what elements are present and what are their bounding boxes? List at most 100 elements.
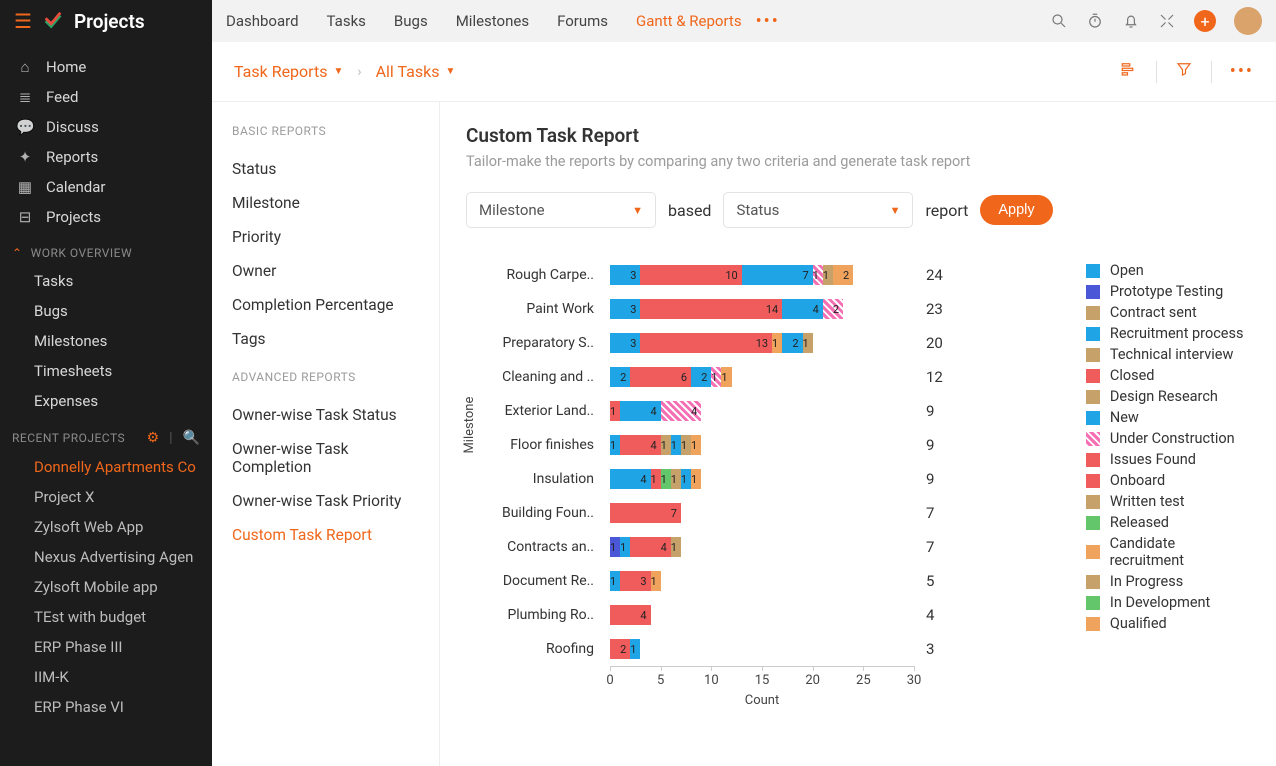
criteria-1-select[interactable]: Milestone ▼ [466, 192, 656, 228]
recent-project-item[interactable]: Project X [0, 482, 212, 512]
settings-sliders-icon[interactable]: ⚙ [147, 430, 160, 446]
top-tab-forums[interactable]: Forums [557, 12, 608, 30]
bar-segment[interactable]: 4 [610, 605, 651, 625]
bar-segment[interactable]: 14 [640, 299, 782, 319]
bar[interactable]: 31442 [610, 299, 914, 319]
sidebar-item-milestones[interactable]: Milestones [0, 326, 212, 356]
filter-icon[interactable] [1175, 60, 1193, 83]
report-type-owner-wise-task-completion[interactable]: Owner-wise Task Completion [232, 432, 419, 484]
legend-item[interactable]: Closed [1086, 365, 1250, 386]
bar-segment[interactable]: 7 [610, 503, 681, 523]
bar[interactable]: 21 [610, 639, 914, 659]
bar[interactable]: 7 [610, 503, 914, 523]
bar-segment[interactable]: 1 [671, 469, 681, 489]
bar[interactable]: 313121 [610, 333, 914, 353]
legend-item[interactable]: Prototype Testing [1086, 281, 1250, 302]
report-type-custom-task-report[interactable]: Custom Task Report [232, 518, 419, 552]
bar-segment[interactable]: 1 [610, 401, 620, 421]
bar-segment[interactable]: 1 [610, 435, 620, 455]
bar-segment[interactable]: 2 [833, 265, 853, 285]
recent-project-item[interactable]: IIM-K [0, 662, 212, 692]
sidebar-item-projects[interactable]: ⊟Projects [0, 202, 212, 232]
legend-item[interactable]: Technical interview [1086, 344, 1250, 365]
report-type-status[interactable]: Status [232, 152, 419, 186]
bar-segment[interactable]: 4 [782, 299, 823, 319]
bar-segment[interactable]: 1 [691, 435, 701, 455]
bar-segment[interactable]: 1 [630, 639, 640, 659]
legend-item[interactable]: Qualified [1086, 613, 1250, 634]
bar-segment[interactable]: 1 [661, 435, 671, 455]
bar[interactable]: 1141 [610, 537, 914, 557]
breadcrumb-all-tasks[interactable]: All Tasks ▼ [376, 62, 456, 81]
bar-segment[interactable]: 10 [640, 265, 741, 285]
bar[interactable]: 4 [610, 605, 914, 625]
bar-segment[interactable]: 4 [610, 469, 651, 489]
legend-item[interactable]: Released [1086, 512, 1250, 533]
sidebar-item-discuss[interactable]: 💬Discuss [0, 112, 212, 142]
bar-segment[interactable]: 1 [610, 537, 620, 557]
legend-item[interactable]: Design Research [1086, 386, 1250, 407]
bar[interactable]: 3107112 [610, 265, 914, 285]
recent-project-item[interactable]: ERP Phase VI [0, 692, 212, 722]
bar[interactable]: 131 [610, 571, 914, 591]
top-tab-milestones[interactable]: Milestones [456, 12, 529, 30]
bar-segment[interactable]: 1 [671, 435, 681, 455]
bar[interactable]: 141111 [610, 435, 914, 455]
sidebar-item-reports[interactable]: ✦Reports [0, 142, 212, 172]
bar-segment[interactable]: 6 [630, 367, 691, 387]
bar-segment[interactable]: 1 [823, 265, 833, 285]
bar-segment[interactable]: 1 [721, 367, 731, 387]
hamburger-icon[interactable]: ☰ [14, 9, 32, 33]
bar-segment[interactable]: 3 [610, 333, 640, 353]
bar-segment[interactable]: 2 [610, 367, 630, 387]
legend-item[interactable]: Contract sent [1086, 302, 1250, 323]
legend-item[interactable]: New [1086, 407, 1250, 428]
search-recent-icon[interactable]: 🔍 [183, 430, 200, 446]
bar-segment[interactable]: 1 [691, 469, 701, 489]
bar-segment[interactable]: 2 [691, 367, 711, 387]
report-type-tags[interactable]: Tags [232, 322, 419, 356]
recent-project-item[interactable]: Zylsoft Web App [0, 512, 212, 542]
timer-icon[interactable] [1086, 12, 1104, 30]
bar-segment[interactable]: 2 [782, 333, 802, 353]
work-overview-header[interactable]: ⌃ WORK OVERVIEW [0, 232, 212, 266]
legend-item[interactable]: In Progress [1086, 571, 1250, 592]
bar-segment[interactable]: 3 [620, 571, 650, 591]
legend-item[interactable]: In Development [1086, 592, 1250, 613]
bar-segment[interactable]: 1 [681, 435, 691, 455]
bar-segment[interactable]: 1 [651, 469, 661, 489]
bar-segment[interactable]: 4 [630, 537, 671, 557]
report-type-completion-percentage[interactable]: Completion Percentage [232, 288, 419, 322]
top-tab-tasks[interactable]: Tasks [327, 12, 366, 30]
legend-item[interactable]: Candidate recruitment [1086, 533, 1250, 571]
bar-segment[interactable]: 4 [661, 401, 702, 421]
bar-segment[interactable]: 2 [610, 639, 630, 659]
bar-segment[interactable]: 1 [711, 367, 721, 387]
recent-project-item[interactable]: Donnelly Apartments Co [0, 452, 212, 482]
criteria-2-select[interactable]: Status ▼ [723, 192, 913, 228]
bar-segment[interactable]: 1 [803, 333, 813, 353]
sidebar-item-tasks[interactable]: Tasks [0, 266, 212, 296]
bell-icon[interactable] [1122, 12, 1140, 30]
report-type-owner-wise-task-status[interactable]: Owner-wise Task Status [232, 398, 419, 432]
sidebar-item-expenses[interactable]: Expenses [0, 386, 212, 416]
report-type-owner-wise-task-priority[interactable]: Owner-wise Task Priority [232, 484, 419, 518]
legend-item[interactable]: Onboard [1086, 470, 1250, 491]
bar-segment[interactable]: 1 [610, 571, 620, 591]
bar-segment[interactable]: 3 [610, 265, 640, 285]
recent-project-item[interactable]: Nexus Advertising Agen [0, 542, 212, 572]
bar-segment[interactable]: 3 [610, 299, 640, 319]
report-type-milestone[interactable]: Milestone [232, 186, 419, 220]
recent-project-item[interactable]: ERP Phase III [0, 632, 212, 662]
bar-segment[interactable]: 4 [620, 401, 661, 421]
bar-segment[interactable]: 1 [772, 333, 782, 353]
bar-segment[interactable]: 1 [651, 571, 661, 591]
top-tab-gantt-reports[interactable]: Gantt & Reports [636, 12, 742, 30]
top-tab-bugs[interactable]: Bugs [394, 12, 428, 30]
top-tab-dashboard[interactable]: Dashboard [226, 12, 299, 30]
bar-segment[interactable]: 1 [620, 537, 630, 557]
sidebar-item-home[interactable]: ⌂Home [0, 52, 212, 82]
bar-segment[interactable]: 4 [620, 435, 661, 455]
bar-segment[interactable]: 1 [813, 265, 823, 285]
sidebar-item-feed[interactable]: ≣Feed [0, 82, 212, 112]
